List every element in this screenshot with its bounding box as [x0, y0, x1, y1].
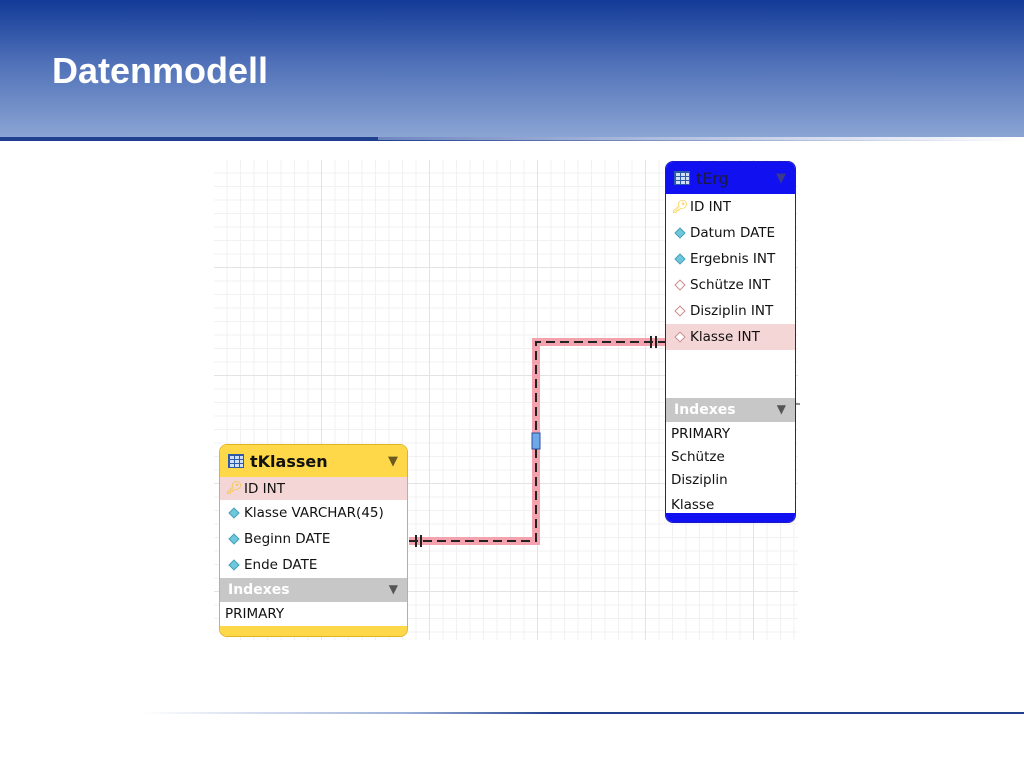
index-item[interactable]: Schütze: [666, 445, 795, 468]
indexes-header[interactable]: Indexes ▼: [666, 398, 795, 422]
column-label: Datum DATE: [690, 225, 776, 241]
column-row[interactable]: Ende DATE: [220, 552, 407, 578]
column-label: Disziplin INT: [690, 303, 774, 319]
column-label: Ergebnis INT: [690, 251, 776, 267]
collapse-arrow-icon[interactable]: ▼: [388, 454, 398, 469]
column-label: Klasse INT: [690, 329, 760, 345]
column-diamond-filled-icon: [228, 533, 240, 545]
column-row[interactable]: Schütze INT: [666, 272, 795, 298]
column-row[interactable]: Ergebnis INT: [666, 246, 795, 272]
column-diamond-filled-icon: [228, 507, 240, 519]
column-row[interactable]: Klasse VARCHAR(45): [220, 500, 407, 526]
column-label: Klasse VARCHAR(45): [244, 505, 384, 521]
table-icon: [228, 454, 244, 468]
table-icon: [674, 171, 690, 185]
collapse-arrow-icon[interactable]: ▼: [777, 402, 786, 416]
column-label: ID INT: [244, 480, 285, 497]
index-item[interactable]: PRIMARY: [220, 602, 407, 625]
indexes-header[interactable]: Indexes ▼: [220, 578, 407, 602]
key-icon: 🔑︎: [225, 481, 243, 496]
relationship-handle[interactable]: [531, 432, 541, 450]
column-row[interactable]: 🔑︎ ID INT: [666, 194, 795, 220]
column-row-highlighted[interactable]: Klasse INT: [666, 324, 795, 350]
column-diamond-filled-icon: [674, 227, 686, 239]
column-diamond-filled-icon: [674, 253, 686, 265]
index-item[interactable]: PRIMARY: [666, 422, 795, 445]
collapse-arrow-icon[interactable]: ▼: [389, 582, 398, 596]
table-terg[interactable]: tErg ▼ 🔑︎ ID INT Datum DATE Ergebnis INT…: [665, 161, 796, 523]
table-tklassen[interactable]: tKlassen ▼ 🔑︎ ID INT Klasse VARCHAR(45) …: [219, 444, 408, 637]
column-label: Ende DATE: [244, 557, 318, 573]
indexes-label: Indexes: [228, 582, 290, 598]
column-row[interactable]: Disziplin INT: [666, 298, 795, 324]
column-row-highlighted[interactable]: 🔑︎ ID INT: [220, 477, 407, 500]
table-footer: [220, 626, 407, 636]
column-label: ID INT: [690, 199, 731, 215]
footer-divider: [140, 712, 1024, 714]
table-spacer: [666, 350, 795, 398]
column-row[interactable]: Beginn DATE: [220, 526, 407, 552]
key-icon: 🔑︎: [671, 199, 689, 215]
relationship-connector: [409, 336, 800, 547]
table-footer: [666, 513, 795, 522]
column-diamond-open-icon: [674, 305, 686, 317]
table-header[interactable]: tKlassen ▼: [220, 445, 407, 477]
table-header[interactable]: tErg ▼: [666, 162, 795, 194]
table-name: tErg: [696, 168, 729, 188]
collapse-arrow-icon[interactable]: ▼: [776, 171, 786, 186]
column-diamond-open-icon: [674, 331, 686, 343]
column-label: Schütze INT: [690, 277, 771, 293]
column-diamond-open-icon: [674, 279, 686, 291]
index-item[interactable]: Disziplin: [666, 468, 795, 491]
column-label: Beginn DATE: [244, 531, 331, 547]
table-name: tKlassen: [250, 451, 328, 471]
column-diamond-filled-icon: [228, 559, 240, 571]
column-row[interactable]: Datum DATE: [666, 220, 795, 246]
indexes-label: Indexes: [674, 402, 736, 418]
